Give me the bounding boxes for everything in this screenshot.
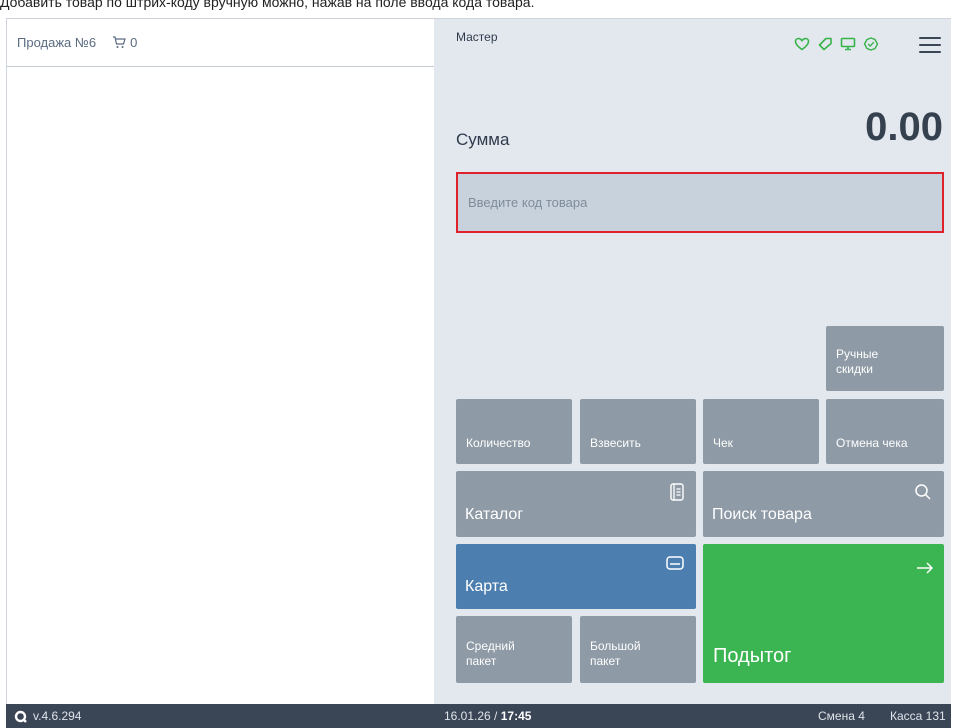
logo-icon (14, 710, 27, 723)
arrow-right-icon (916, 561, 934, 579)
date-text: 16.01.26 / (444, 709, 498, 723)
cashier-name: Мастер (456, 30, 498, 44)
app-version: v.4.6.294 (14, 709, 81, 723)
status-icons (794, 37, 879, 51)
version-text: v.4.6.294 (33, 709, 82, 723)
heart-icon[interactable] (794, 37, 810, 51)
catalog-icon (670, 483, 684, 506)
large-bag-button[interactable]: Большой пакет (580, 616, 696, 683)
search-icon (914, 483, 932, 506)
receipt-panel: Продажа №6 0 (7, 19, 434, 704)
large-bag-label: Большой пакет (590, 639, 641, 668)
receipt-label: Чек (713, 436, 733, 450)
sale-title: Продажа №6 (17, 35, 97, 50)
manual-discounts-button[interactable]: Ручные скидки (826, 326, 944, 391)
cart-icon (113, 36, 126, 48)
subtotal-label: Подытог (713, 645, 792, 667)
manual-discounts-label: Ручные скидки (836, 347, 879, 376)
sum-label: Сумма (456, 130, 510, 149)
catalog-button[interactable]: Каталог (456, 471, 696, 537)
check-badge-icon[interactable] (863, 37, 879, 51)
quantity-label: Количество (466, 436, 531, 450)
card-label: Карта (465, 578, 508, 595)
weigh-button[interactable]: Взвесить (580, 399, 696, 464)
search-product-button[interactable]: Поиск товара (703, 471, 944, 537)
quantity-button[interactable]: Количество (456, 399, 572, 464)
cashier-panel: Мастер Сумма 0.00 Ручные скидки Количест… (434, 19, 951, 704)
cart-counter[interactable]: 0 (112, 35, 137, 50)
menu-icon[interactable] (919, 37, 941, 53)
medium-bag-label: Средний пакет (466, 639, 515, 668)
receipt-header: Продажа №6 0 (7, 19, 434, 67)
weigh-label: Взвесить (590, 436, 641, 450)
cancel-receipt-button[interactable]: Отмена чека (826, 399, 944, 464)
card-payment-button[interactable]: Карта (456, 544, 696, 609)
product-code-input[interactable] (456, 172, 944, 233)
tag-icon[interactable] (817, 37, 833, 51)
register-number: Касса 131 (890, 709, 946, 723)
monitor-icon[interactable] (840, 37, 856, 51)
receipt-button[interactable]: Чек (703, 399, 819, 464)
pos-window: Продажа №6 0 Мастер Сумма 0.00 Введите к… (6, 18, 951, 704)
datetime: 16.01.26 / 17:45 (444, 709, 531, 723)
subtotal-button[interactable]: Подытог (703, 544, 944, 683)
medium-bag-button[interactable]: Средний пакет (456, 616, 572, 683)
search-product-label: Поиск товара (712, 506, 812, 523)
instruction-caption: Добавить товар по штрих-коду вручную мож… (0, 0, 535, 10)
cart-count: 0 (130, 35, 138, 50)
shift-number: Смена 4 (818, 709, 865, 723)
cancel-receipt-label: Отмена чека (836, 436, 908, 450)
sum-value: 0.00 (865, 105, 943, 149)
catalog-label: Каталог (465, 506, 524, 523)
status-bar: v.4.6.294 16.01.26 / 17:45 Смена 4 Касса… (6, 704, 951, 728)
credit-card-icon (666, 556, 684, 575)
time-text: 17:45 (500, 709, 532, 723)
